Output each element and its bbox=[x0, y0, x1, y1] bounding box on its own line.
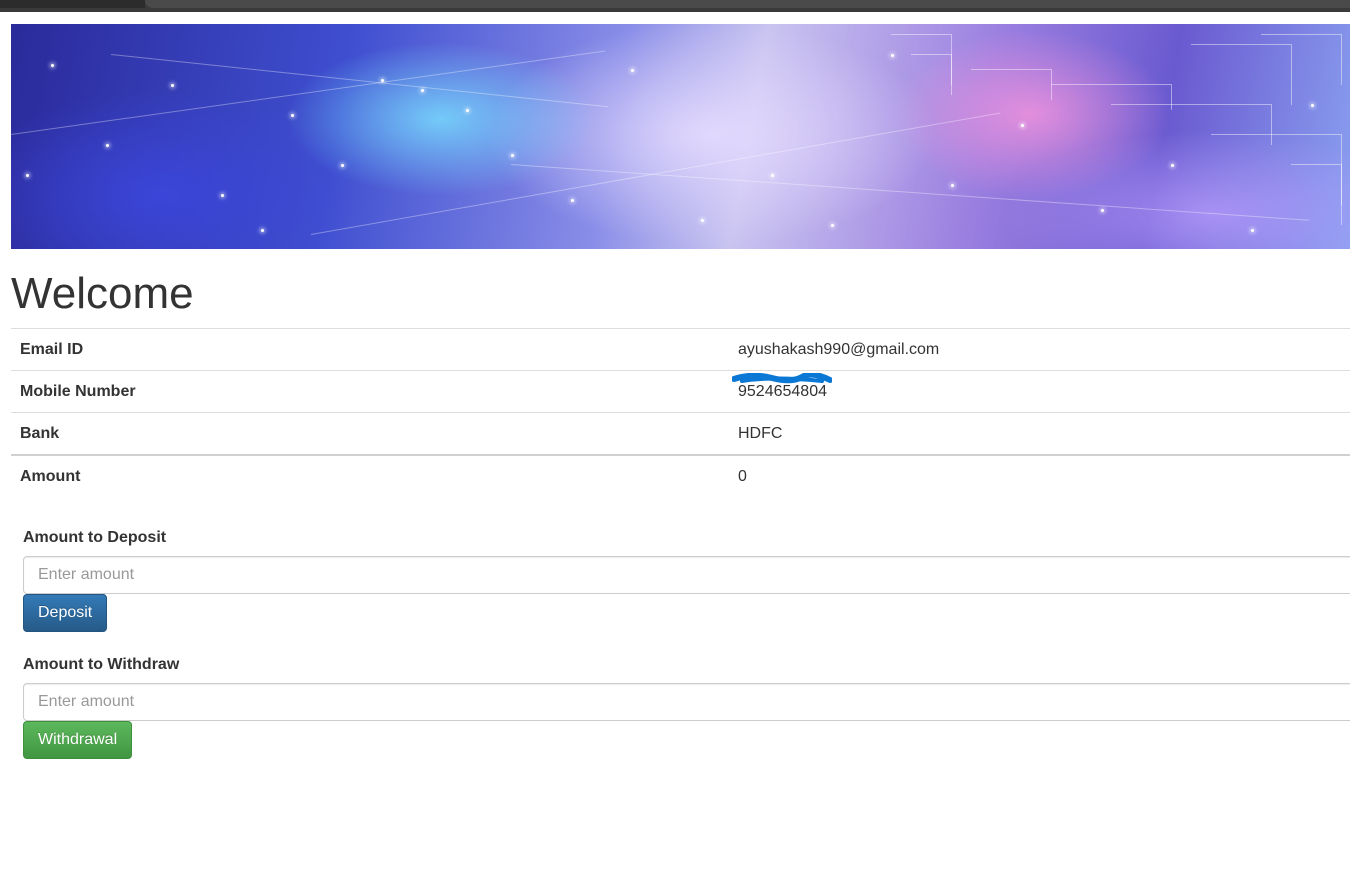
mobile-label: Mobile Number bbox=[11, 370, 729, 413]
account-details-table: Email ID ayushakash990@gmail.com Mobile … bbox=[11, 328, 1350, 497]
deposit-amount-input[interactable] bbox=[23, 556, 1350, 594]
bank-value: HDFC bbox=[729, 412, 1350, 455]
mobile-value-cell: 9524654804 bbox=[729, 370, 1350, 413]
amount-value: 0 bbox=[729, 454, 1350, 497]
table-row: Email ID ayushakash990@gmail.com bbox=[11, 328, 1350, 371]
withdraw-amount-input[interactable] bbox=[23, 683, 1350, 721]
mobile-value-wrapper: 9524654804 bbox=[732, 372, 832, 401]
deposit-label: Amount to Deposit bbox=[23, 529, 167, 546]
redaction-scribble bbox=[732, 372, 832, 383]
deposit-button[interactable]: Deposit bbox=[23, 594, 108, 632]
header-banner-image bbox=[11, 24, 1350, 249]
table-row: Mobile Number 9524654804 bbox=[11, 370, 1350, 413]
email-value: ayushakash990@gmail.com bbox=[729, 328, 1350, 371]
table-row: Bank HDFC bbox=[11, 412, 1350, 455]
page-title: Welcome bbox=[11, 269, 194, 318]
browser-tab-edge bbox=[0, 0, 145, 8]
table-row: Amount 0 bbox=[11, 454, 1350, 497]
browser-top-bar bbox=[0, 0, 1350, 12]
withdraw-label: Amount to Withdraw bbox=[23, 656, 180, 673]
email-label: Email ID bbox=[11, 328, 729, 371]
browser-tab bbox=[145, 0, 1350, 8]
bank-label: Bank bbox=[11, 412, 729, 455]
withdraw-button[interactable]: Withdrawal bbox=[23, 721, 133, 759]
amount-label: Amount bbox=[11, 454, 729, 497]
mobile-value: 9524654804 bbox=[738, 382, 827, 400]
